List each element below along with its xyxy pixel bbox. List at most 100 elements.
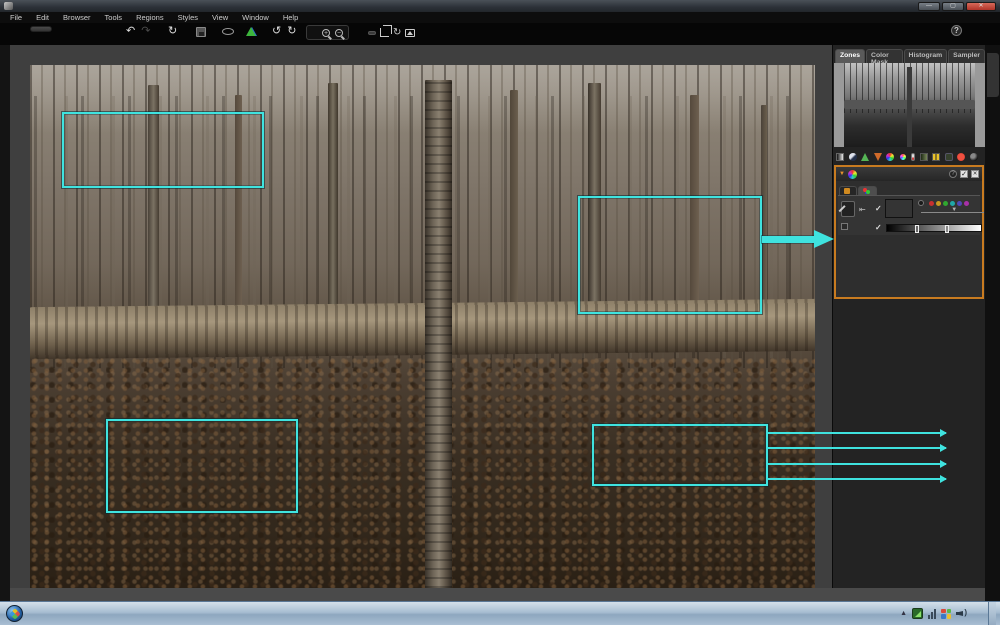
annotation-box-3	[106, 419, 298, 513]
luminosity-enabled-check[interactable]: ✓	[875, 223, 882, 232]
green-color-dot[interactable]	[943, 201, 948, 206]
arrow-mode-button[interactable]	[368, 31, 376, 35]
menu-item[interactable]: Tools	[98, 13, 130, 22]
menu-item[interactable]: Browser	[56, 13, 98, 22]
add-tool-icon[interactable]	[920, 153, 928, 161]
hue-saturation-header[interactable]: ▼ ? ✓ ✕	[836, 167, 982, 181]
menu-item[interactable]: Regions	[129, 13, 171, 22]
tab-tools[interactable]	[987, 53, 999, 97]
add-tool-icon[interactable]	[932, 153, 940, 161]
network-icon[interactable]	[928, 609, 936, 619]
annotation-box-2	[578, 196, 762, 314]
zones-preview[interactable]	[834, 63, 985, 147]
title-bar[interactable]: — ▢ ✕	[0, 0, 1000, 12]
app-icon	[4, 2, 13, 10]
browse-button[interactable]	[14, 26, 30, 32]
annotation-arrow-color-balance-2	[768, 447, 946, 449]
help-icon[interactable]: ?	[951, 25, 962, 36]
zoom-in-icon[interactable]: +	[322, 29, 330, 37]
hue-saturation-icon	[848, 170, 857, 179]
yellow-color-dot[interactable]	[936, 201, 941, 206]
tool-enabled-checkbox[interactable]: ✓	[960, 170, 968, 178]
add-tool-icon[interactable]	[874, 153, 882, 161]
remove-tool-icon[interactable]: ✕	[971, 170, 979, 178]
color-selection-panel: ⇤ ✓ ▼	[838, 195, 980, 235]
preview-letterbox-left	[834, 63, 844, 147]
range-thumb[interactable]: ▼	[951, 207, 957, 213]
undo-redo-group: ↶ ↷	[126, 25, 150, 39]
all-colors-radio[interactable]	[918, 200, 924, 206]
tray-color-icon[interactable]	[941, 609, 951, 619]
photo-main-trunk	[425, 80, 452, 588]
red-color-dot[interactable]	[929, 201, 934, 206]
edit-button[interactable]	[30, 26, 52, 32]
menu-item[interactable]: Help	[276, 13, 305, 22]
add-tool-icon[interactable]	[849, 153, 857, 161]
menu-item[interactable]: File	[3, 13, 29, 22]
taskbar-clock[interactable]	[971, 609, 983, 618]
show-desktop-button[interactable]	[988, 602, 996, 625]
status-strip	[10, 588, 985, 601]
close-button[interactable]: ✕	[966, 2, 996, 11]
orig-icon[interactable]	[222, 28, 234, 35]
system-tray: ▲	[900, 602, 1000, 625]
add-tool-icon[interactable]	[957, 153, 965, 161]
right-edge-strip	[985, 45, 1000, 601]
done-save-icon[interactable]	[196, 27, 206, 37]
volume-icon[interactable]	[956, 609, 966, 619]
range-slider[interactable]: ▼	[921, 212, 984, 213]
hue-saturation-subtabs	[836, 184, 982, 195]
undo-icon[interactable]: ↶	[126, 26, 135, 37]
invert-checkbox[interactable]	[841, 223, 848, 230]
start-button[interactable]	[6, 605, 23, 622]
proof-group	[246, 25, 256, 39]
add-tool-icon[interactable]	[886, 153, 894, 161]
crop-mode-icon[interactable]	[380, 28, 389, 37]
tray-app-icon[interactable]	[912, 608, 923, 619]
add-tool-icon[interactable]	[911, 153, 915, 161]
rotate-left-icon[interactable]: ↺	[272, 26, 281, 37]
help-icon[interactable]: ?	[949, 170, 957, 178]
eyedropper-button[interactable]	[841, 201, 855, 217]
collapse-icon[interactable]: ▼	[839, 171, 845, 177]
toolbar: ↶ ↷ ↻ ↺ ↻	[0, 23, 1000, 45]
cyan-color-dot[interactable]	[950, 201, 955, 206]
maximize-button[interactable]: ▢	[942, 2, 964, 11]
rotate-group: ↺ ↻	[272, 25, 296, 39]
proof-icon[interactable]	[246, 27, 256, 36]
rotate-right-icon[interactable]: ↻	[287, 26, 296, 37]
annotation-arrow-color-balance-3	[768, 432, 946, 434]
tray-expand-icon[interactable]: ▲	[900, 610, 907, 617]
add-tool-icon[interactable]	[836, 153, 844, 161]
redo-icon[interactable]: ↷	[141, 26, 150, 37]
tool-settings-icon	[844, 188, 850, 194]
left-tab-strip	[0, 45, 10, 601]
minimize-button[interactable]: —	[918, 2, 940, 11]
annotation-arrow-to-panel	[762, 236, 814, 243]
menu-item[interactable]: View	[205, 13, 235, 22]
tab-color-selection[interactable]	[858, 186, 877, 195]
magenta-color-dot[interactable]	[964, 201, 969, 206]
lightzone-app-window: — ▢ ✕ FileEditBrowserToolsRegionsStylesV…	[0, 0, 1000, 625]
annotation-box-4	[592, 424, 768, 486]
add-tool-icon[interactable]	[945, 153, 953, 161]
color-enabled-check[interactable]: ✓	[875, 204, 882, 213]
zoom-out-icon[interactable]: −	[335, 29, 343, 37]
blue-color-dot[interactable]	[957, 201, 962, 206]
menu-item[interactable]: Edit	[29, 13, 56, 22]
menu-item[interactable]: Styles	[171, 13, 205, 22]
preview-grayscale-image	[844, 63, 975, 147]
luminosity-range-bar[interactable]	[886, 224, 982, 232]
rotate-mode-icon[interactable]: ↻	[393, 28, 401, 38]
add-tool-icon[interactable]	[899, 153, 907, 161]
region-mode-icon[interactable]	[405, 29, 415, 37]
add-tool-icon[interactable]	[970, 153, 978, 161]
tab-tool-settings[interactable]	[839, 186, 857, 195]
selected-color-swatch[interactable]	[885, 199, 913, 218]
menu-item[interactable]: Window	[235, 13, 276, 22]
preview-letterbox-right	[975, 63, 985, 147]
right-panel: ZonesColor MaskHistogramSampler ▼ ? ✓ ✕	[832, 45, 985, 601]
revert-icon[interactable]: ↻	[168, 26, 177, 37]
add-tool-icon[interactable]	[861, 153, 869, 161]
reset-selection-icon[interactable]: ⇤	[859, 205, 866, 214]
